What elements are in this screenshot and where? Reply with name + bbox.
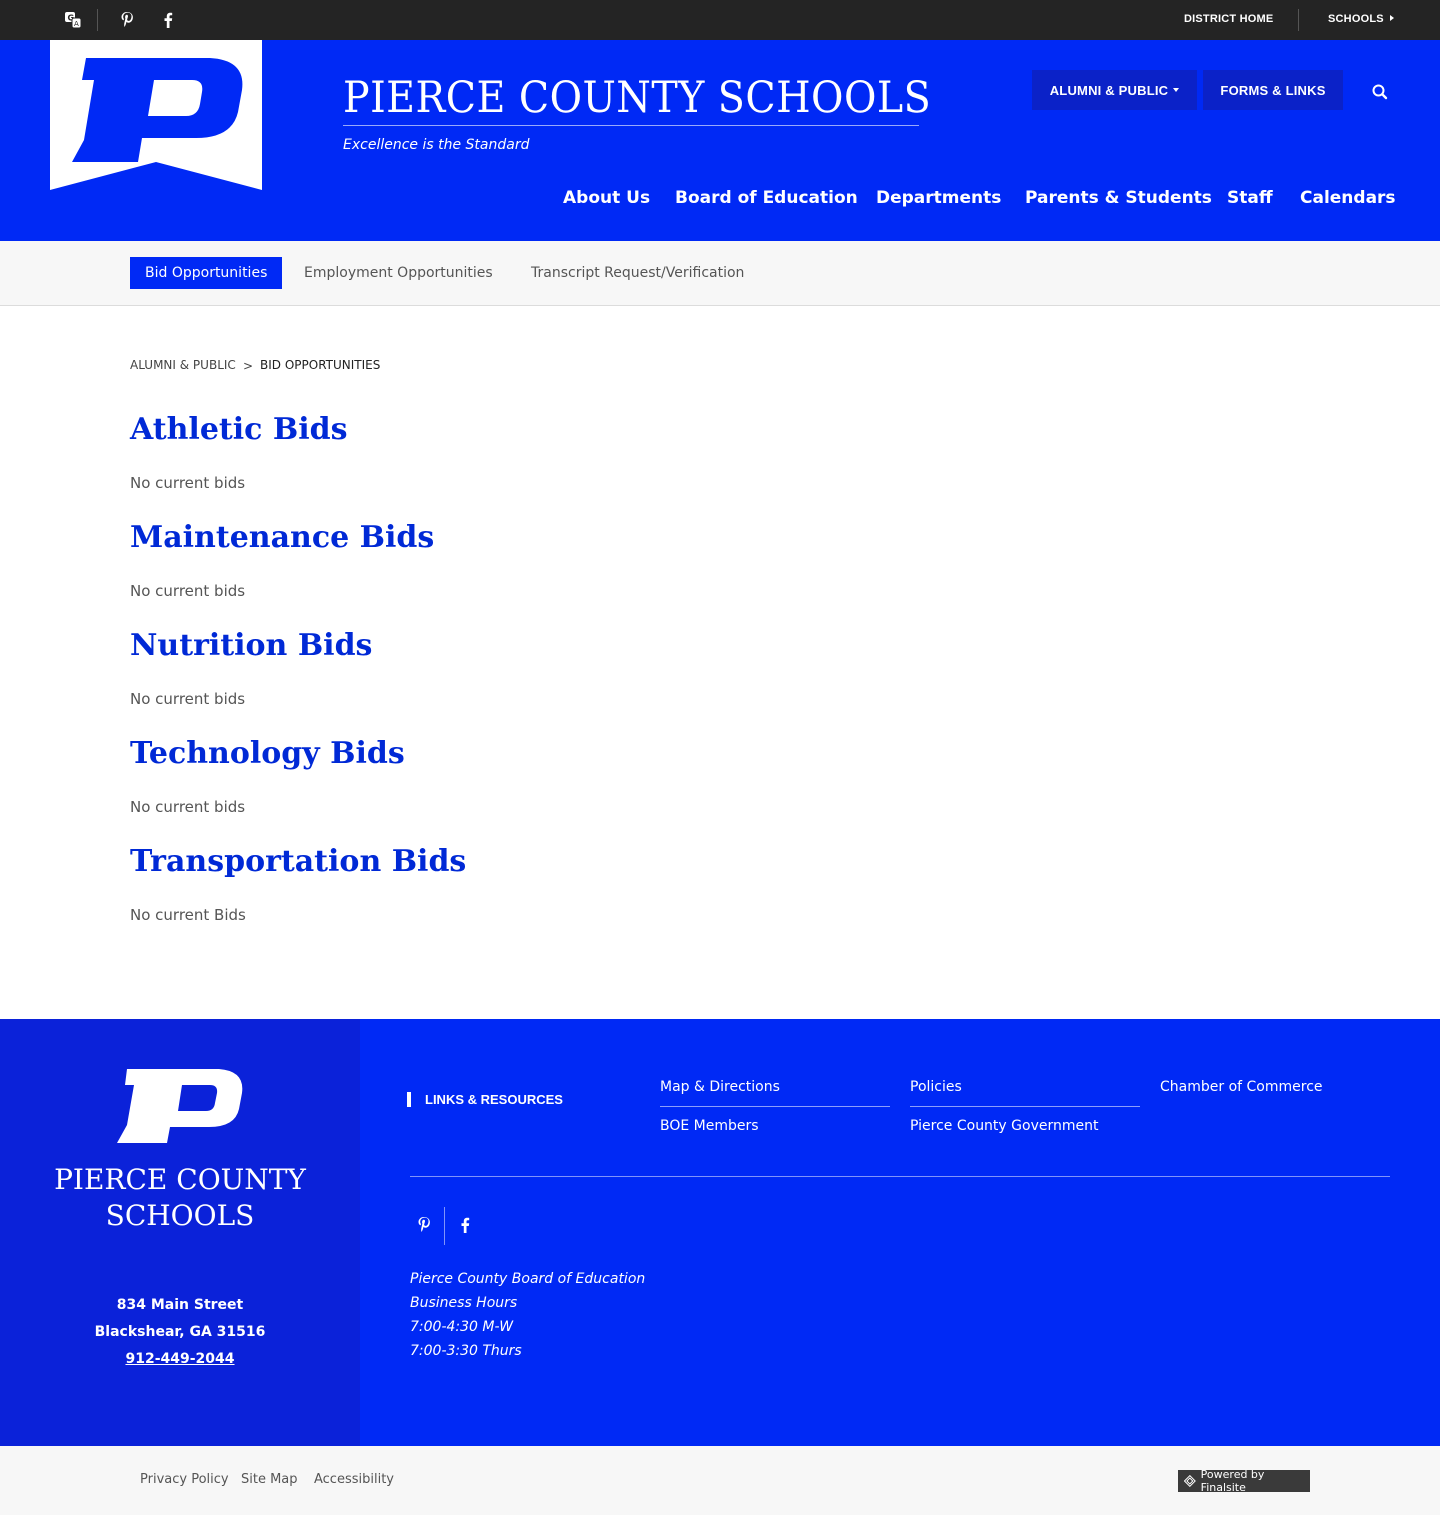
site-footer: PIERCE COUNTY SCHOOLS 834 Main Street Bl… [0,1019,1440,1446]
transportation-bids-heading: Transportation Bids [130,844,467,879]
divider [97,9,98,31]
translate-icon[interactable]: GA [63,10,83,30]
chevron-right-icon: > [243,359,254,373]
pinterest-icon[interactable] [117,10,137,30]
footer-facebook-icon[interactable] [455,1215,475,1235]
breadcrumb-current: BID OPPORTUNITIES [260,358,381,372]
nav-parents-students[interactable]: Parents & Students [1025,188,1212,214]
facebook-icon[interactable] [158,10,178,30]
transportation-bids-status: No current Bids [130,906,246,924]
search-icon[interactable] [1368,80,1392,104]
link-divider [660,1106,890,1107]
technology-bids-heading: Technology Bids [130,736,405,771]
hours-mon-wed: 7:00-4:30 M-W [410,1319,514,1335]
legal-bar: Privacy Policy Site Map Accessibility Po… [0,1446,1440,1515]
hours-heading: Business Hours [410,1295,518,1311]
tab-employment-opportunities[interactable]: Employment Opportunities [304,257,493,289]
footer-title-line1: PIERCE COUNTY [54,1163,306,1196]
site-tagline: Excellence is the Standard [343,137,530,153]
footer-phone-link[interactable]: 912-449-2044 [125,1351,234,1367]
footer-link-policies[interactable]: Policies [910,1079,962,1095]
finalsite-icon [1184,1475,1196,1487]
forms-links-button[interactable]: FORMS & LINKS [1203,70,1343,110]
site-title[interactable]: PIERCE COUNTY SCHOOLS [343,73,931,123]
site-header: PIERCE COUNTY SCHOOLS Excellence is the … [0,40,1440,241]
nav-board-of-education[interactable]: Board of Education [675,188,858,214]
hours-office-name: Pierce County Board of Education [410,1271,646,1287]
athletic-bids-heading: Athletic Bids [130,412,348,447]
footer-logo[interactable] [115,1069,245,1144]
site-map-link[interactable]: Site Map [241,1472,298,1487]
nutrition-bids-heading: Nutrition Bids [130,628,373,663]
schools-label: SCHOOLS [1328,13,1384,25]
nav-departments[interactable]: Departments [876,188,1001,214]
links-resources-label: LINKS & RESOURCES [425,1092,563,1107]
divider [444,1207,445,1245]
powered-by-label: Powered by Finalsite [1200,1468,1265,1494]
divider [1298,9,1299,31]
footer-pinterest-icon[interactable] [414,1215,434,1235]
nutrition-bids-status: No current bids [130,690,246,708]
nav-staff[interactable]: Staff [1227,188,1273,214]
footer-divider [410,1176,1390,1177]
footer-link-pierce-county-government[interactable]: Pierce County Government [910,1118,1098,1134]
breadcrumb-parent[interactable]: ALUMNI & PUBLIC [130,358,236,372]
caret-right-icon [1389,15,1394,21]
utility-bar: GA DISTRICT HOME SCHOOLS [0,0,1440,40]
powered-by-finalsite-badge[interactable]: Powered by Finalsite [1178,1468,1310,1494]
caret-down-icon [1173,88,1180,92]
district-home-link[interactable]: DISTRICT HOME [1184,13,1273,25]
technology-bids-status: No current bids [130,798,246,816]
title-underline [343,125,919,126]
privacy-policy-link[interactable]: Privacy Policy [140,1472,229,1487]
section-subnav: Bid Opportunities Employment Opportuniti… [0,241,1440,306]
footer-address-city: Blackshear, GA 31516 [94,1324,266,1340]
maintenance-bids-heading: Maintenance Bids [130,520,435,555]
tab-transcript-request[interactable]: Transcript Request/Verification [531,257,744,289]
heading-accent-bar [407,1092,411,1107]
links-resources-heading: LINKS & RESOURCES [407,1092,563,1107]
footer-link-map-directions[interactable]: Map & Directions [660,1079,780,1095]
tab-bid-opportunities[interactable]: Bid Opportunities [130,257,283,289]
footer-contact: PIERCE COUNTY SCHOOLS 834 Main Street Bl… [0,1019,360,1446]
svg-text:A: A [74,20,79,28]
nav-about-us[interactable]: About Us [563,188,650,214]
footer-phone-container: 912-449-2044 [0,1351,360,1367]
footer-link-chamber-of-commerce[interactable]: Chamber of Commerce [1160,1079,1323,1095]
link-divider [910,1106,1140,1107]
athletic-bids-status: No current bids [130,474,246,492]
footer-title-line2: SCHOOLS [105,1199,255,1232]
schools-dropdown[interactable]: SCHOOLS [1328,13,1394,25]
alumni-public-button[interactable]: ALUMNI & PUBLIC [1032,70,1197,110]
accessibility-link[interactable]: Accessibility [314,1472,394,1487]
alumni-public-label: ALUMNI & PUBLIC [1049,82,1169,98]
footer-address-street: 834 Main Street [116,1297,244,1313]
school-logo[interactable] [50,40,262,190]
hours-thursday: 7:00-3:30 Thurs [410,1343,522,1359]
footer-link-boe-members[interactable]: BOE Members [660,1118,759,1134]
maintenance-bids-status: No current bids [130,582,246,600]
nav-calendars[interactable]: Calendars [1300,188,1396,214]
